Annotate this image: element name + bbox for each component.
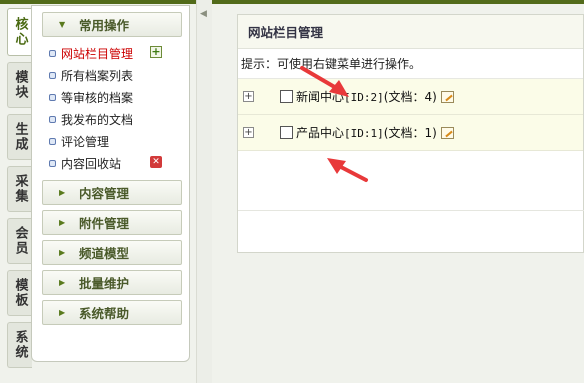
bullet-icon (49, 137, 56, 145)
tab-generate[interactable]: 生成 (7, 114, 32, 160)
menu-item-pending-review[interactable]: 等审核的档案 (32, 86, 189, 108)
panel-splitter[interactable]: ◀ (196, 0, 212, 383)
bullet-icon (49, 159, 56, 167)
caret-right-icon: ▶ (59, 308, 66, 317)
tab-system[interactable]: 系统 (7, 322, 32, 368)
caret-right-icon: ▶ (59, 218, 66, 227)
collapse-left-icon[interactable]: ◀ (200, 9, 207, 19)
category-checkbox[interactable] (280, 90, 293, 103)
section-channel-models[interactable]: ▶ 频道模型 (42, 240, 182, 265)
menu-item-recycle-bin[interactable]: 内容回收站 ✕ (32, 152, 189, 174)
side-menu-panel: ▼ 常用操作 网站栏目管理 + 所有档案列表 等审核的档案 我发布的文档 评论管… (31, 5, 190, 362)
caret-right-icon: ▶ (59, 278, 66, 287)
category-row-products[interactable]: + 产品中心[ID:1](文档：1) (238, 115, 583, 151)
plus-expander-icon[interactable]: + (243, 91, 254, 102)
caret-right-icon: ▶ (59, 248, 66, 257)
plus-expander-icon[interactable]: + (243, 127, 254, 138)
category-label[interactable]: 产品中心[ID:1](文档：1) (296, 124, 437, 141)
top-bar (0, 0, 584, 4)
caret-right-icon: ▶ (59, 188, 66, 197)
menu-item-column-management[interactable]: 网站栏目管理 + (32, 42, 189, 64)
tip-text: 提示：可使用右键菜单进行操作。 (238, 49, 583, 79)
section-attachment-management[interactable]: ▶ 附件管理 (42, 210, 182, 235)
edit-icon[interactable] (441, 126, 454, 139)
page-title: 网站栏目管理 (238, 15, 583, 49)
category-row-news[interactable]: + 新闻中心[ID:2](文档：4) (238, 79, 583, 115)
section-content-management[interactable]: ▶ 内容管理 (42, 180, 182, 205)
bullet-icon (49, 71, 56, 79)
menu-item-my-documents[interactable]: 我发布的文档 (32, 108, 189, 130)
menu-item-comments[interactable]: 评论管理 (32, 130, 189, 152)
common-operations-list: 网站栏目管理 + 所有档案列表 等审核的档案 我发布的文档 评论管理 内容回收站… (32, 42, 189, 174)
tab-modules[interactable]: 模块 (7, 62, 32, 108)
recycle-bin-icon[interactable]: ✕ (150, 156, 162, 168)
bullet-icon (49, 49, 56, 57)
collapsed-sections: ▶ 内容管理 ▶ 附件管理 ▶ 频道模型 ▶ 批量维护 ▶ 系统帮助 (32, 180, 189, 325)
vertical-tabs: 核心 模块 生成 采集 会员 模板 系统 (7, 8, 32, 374)
tab-templates[interactable]: 模板 (7, 270, 32, 316)
bullet-icon (49, 115, 56, 123)
tab-core[interactable]: 核心 (7, 8, 32, 56)
add-icon[interactable]: + (150, 46, 162, 58)
caret-down-icon: ▼ (59, 20, 66, 29)
section-common-operations[interactable]: ▼ 常用操作 (42, 12, 182, 37)
edit-icon[interactable] (441, 90, 454, 103)
bullet-icon (49, 93, 56, 101)
tab-collect[interactable]: 采集 (7, 166, 32, 212)
divider (238, 210, 584, 211)
main-content-panel: 网站栏目管理 提示：可使用右键菜单进行操作。 + 新闻中心[ID:2](文档：4… (237, 14, 584, 253)
category-label[interactable]: 新闻中心[ID:2](文档：4) (296, 88, 437, 105)
section-batch-maintenance[interactable]: ▶ 批量维护 (42, 270, 182, 295)
menu-item-all-archives[interactable]: 所有档案列表 (32, 64, 189, 86)
category-checkbox[interactable] (280, 126, 293, 139)
tab-members[interactable]: 会员 (7, 218, 32, 264)
section-system-help[interactable]: ▶ 系统帮助 (42, 300, 182, 325)
